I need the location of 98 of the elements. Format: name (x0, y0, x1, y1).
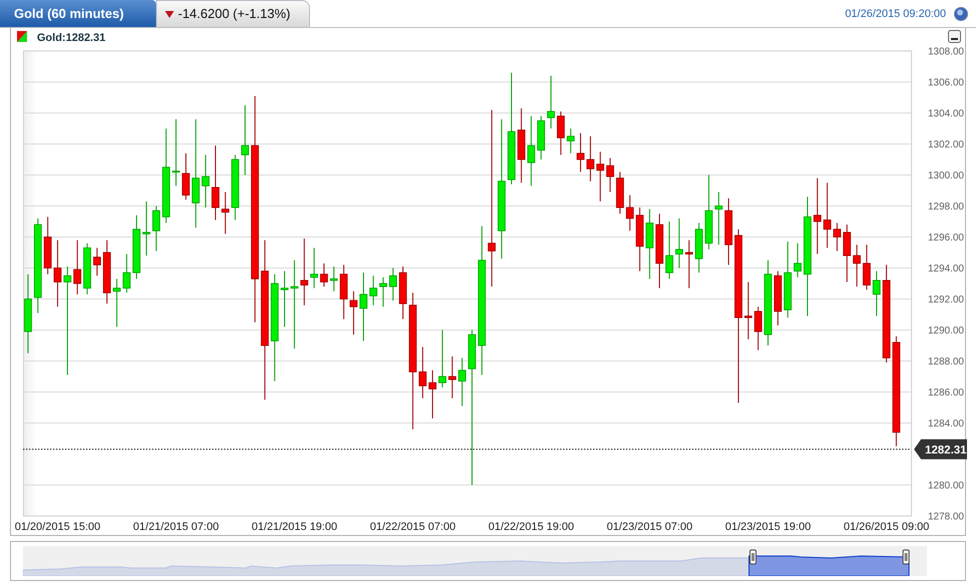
x-axis-label: 01/26/2015 09:00 (844, 521, 930, 533)
y-axis-label: 1308.00 (928, 46, 964, 58)
candle (152, 206, 160, 252)
candle (862, 244, 871, 290)
candle (93, 247, 101, 276)
minimize-icon[interactable] (948, 30, 961, 43)
series-label: Gold:1282.31 (37, 32, 106, 44)
candle (231, 154, 240, 220)
y-axis-label: 1302.00 (928, 140, 964, 150)
candle (300, 238, 308, 306)
candle (675, 218, 684, 268)
candle (586, 136, 594, 182)
candle (330, 266, 338, 292)
candle (360, 272, 368, 342)
y-axis-label: 1278.00 (928, 512, 964, 522)
candle (744, 281, 752, 340)
candle (202, 154, 210, 208)
candle (142, 200, 150, 256)
y-axis-label: 1280.00 (928, 480, 964, 492)
series-color-icon (17, 31, 27, 42)
price-tag (914, 439, 967, 460)
candle (122, 254, 131, 294)
candle (448, 356, 456, 399)
candle (369, 275, 378, 306)
globe-icon[interactable] (954, 7, 968, 21)
x-axis-label: 01/21/2015 07:00 (133, 521, 219, 533)
y-axis-label: 1284.00 (928, 418, 964, 430)
y-axis-label: 1306.00 (928, 78, 964, 88)
candle (458, 357, 466, 406)
range-handle[interactable] (750, 550, 756, 564)
candle (83, 242, 92, 295)
price-change: -14.6200 (+-1.13%) (178, 5, 290, 24)
last-price-label: 1282.31 (925, 444, 967, 457)
candle (73, 240, 82, 295)
candle (685, 240, 693, 289)
candle (724, 198, 732, 266)
candle (823, 182, 832, 248)
y-axis-label: 1288.00 (928, 356, 964, 368)
y-axis-label: 1292.00 (928, 294, 964, 306)
candle (596, 151, 604, 202)
candle (547, 75, 555, 129)
candle (310, 247, 318, 289)
candle (646, 208, 654, 280)
x-axis-label: 01/21/2015 19:00 (252, 521, 338, 533)
candle (566, 128, 575, 154)
candle (872, 270, 880, 317)
candle (418, 346, 427, 399)
candle (241, 104, 249, 176)
candle (428, 370, 436, 419)
x-axis-label: 01/22/2015 07:00 (370, 521, 456, 533)
candle (44, 216, 52, 275)
y-axis-label: 1296.00 (928, 232, 964, 244)
y-axis-label: 1298.00 (928, 202, 964, 212)
y-axis-label: 1286.00 (928, 388, 964, 398)
candle (616, 171, 624, 214)
selected-range[interactable] (748, 556, 910, 576)
candle (537, 116, 545, 160)
x-axis-label: 01/20/2015 15:00 (14, 521, 100, 533)
candle (833, 222, 841, 252)
range-handle[interactable] (902, 550, 910, 564)
candle (172, 118, 180, 186)
candle (576, 132, 584, 172)
candle (714, 192, 723, 246)
candle (54, 240, 62, 308)
timestamp: 01/26/2015 09:20:00 (845, 6, 946, 22)
candle (556, 110, 565, 156)
y-axis-label: 1294.00 (928, 264, 964, 274)
candle (527, 116, 536, 186)
y-axis-label: 1290.00 (928, 326, 964, 336)
candle (112, 278, 121, 328)
candle (626, 194, 634, 232)
x-axis-label: 01/23/2015 07:00 (606, 521, 692, 533)
candle (794, 242, 802, 278)
x-axis-label: 01/23/2015 19:00 (725, 521, 811, 533)
y-axis-label: 1300.00 (928, 170, 964, 182)
candle (280, 270, 288, 328)
candle (320, 262, 328, 288)
candle (754, 306, 762, 351)
candle (636, 207, 644, 272)
candle (774, 270, 782, 326)
candle (852, 244, 861, 288)
candle (389, 268, 397, 302)
candle (103, 240, 111, 304)
candle (340, 264, 348, 320)
candle (350, 290, 358, 336)
candle (438, 330, 446, 388)
candle (399, 266, 407, 320)
candle (379, 276, 388, 308)
candle (182, 152, 190, 200)
candle (695, 222, 703, 274)
x-axis-label: 01/22/2015 19:00 (488, 521, 574, 533)
candle (132, 214, 140, 280)
candle (665, 221, 674, 280)
y-axis-label: 1304.00 (928, 108, 964, 120)
candle (843, 224, 851, 282)
chart-title: Gold (60 minutes) (0, 0, 156, 27)
candle (221, 192, 230, 234)
candle (606, 157, 614, 193)
